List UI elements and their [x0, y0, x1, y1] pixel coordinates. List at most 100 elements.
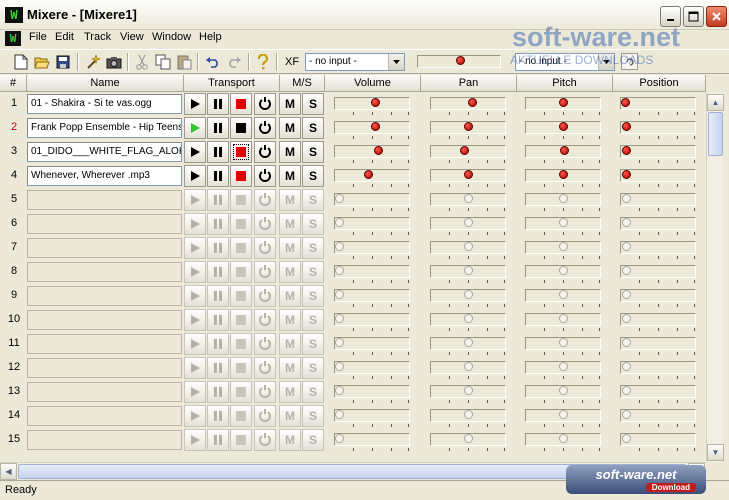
pitch-slider-thumb[interactable]	[558, 288, 569, 303]
pitch-slider[interactable]	[525, 216, 601, 235]
solo-button[interactable]: S	[302, 189, 324, 211]
volume-slider[interactable]	[334, 336, 410, 355]
volume-slider-thumb[interactable]	[334, 288, 345, 303]
pan-slider-thumb[interactable]	[463, 360, 474, 375]
position-slider-thumb[interactable]	[621, 216, 632, 231]
loop-button[interactable]	[254, 405, 276, 427]
volume-slider-thumb[interactable]	[334, 216, 345, 231]
mute-button[interactable]: M	[279, 93, 301, 115]
loop-button[interactable]	[254, 333, 276, 355]
volume-slider-thumb[interactable]	[334, 240, 345, 255]
pause-button[interactable]	[207, 237, 229, 259]
minimize-button[interactable]	[660, 6, 681, 27]
header-pitch[interactable]: Pitch	[517, 75, 613, 92]
cut-icon[interactable]	[133, 53, 151, 71]
track-name-field[interactable]: 01_DIDO___WHITE_FLAG_ALOK.mp3	[27, 142, 182, 162]
pan-slider-thumb[interactable]	[463, 312, 474, 327]
solo-button[interactable]: S	[302, 333, 324, 355]
header-transport[interactable]: Transport	[184, 75, 280, 92]
pan-slider[interactable]	[430, 360, 506, 379]
new-document-icon[interactable]	[12, 53, 30, 71]
volume-slider[interactable]	[334, 264, 410, 283]
undo-icon[interactable]	[204, 53, 222, 71]
menu-window[interactable]: Window	[152, 31, 191, 43]
position-slider[interactable]	[620, 312, 696, 331]
copy-icon[interactable]	[154, 53, 172, 71]
track-name-field[interactable]	[27, 358, 182, 378]
pitch-input-select[interactable]: - no input -	[515, 53, 615, 71]
position-slider-thumb[interactable]	[621, 408, 632, 423]
pan-slider[interactable]	[430, 120, 506, 139]
volume-slider-thumb[interactable]	[334, 192, 345, 207]
pan-slider[interactable]	[430, 336, 506, 355]
pan-slider-thumb[interactable]	[463, 288, 474, 303]
stop-button[interactable]	[230, 261, 252, 283]
menu-track[interactable]: Track	[84, 31, 111, 43]
redo-icon[interactable]	[225, 53, 243, 71]
position-slider[interactable]	[620, 360, 696, 379]
mute-button[interactable]: M	[279, 189, 301, 211]
pitch-slider-thumb[interactable]	[558, 96, 569, 111]
play-button[interactable]	[184, 165, 206, 187]
mute-button[interactable]: M	[279, 405, 301, 427]
pan-slider[interactable]	[430, 240, 506, 259]
track-name-field[interactable]	[27, 262, 182, 282]
mute-button[interactable]: M	[279, 309, 301, 331]
stop-button[interactable]	[230, 117, 252, 139]
pan-slider[interactable]	[430, 312, 506, 331]
play-button[interactable]	[184, 261, 206, 283]
play-button[interactable]	[184, 117, 206, 139]
play-button[interactable]	[184, 357, 206, 379]
solo-button[interactable]: S	[302, 117, 324, 139]
pitch-slider[interactable]	[525, 168, 601, 187]
track-name-field[interactable]	[27, 238, 182, 258]
solo-button[interactable]: S	[302, 213, 324, 235]
pitch-slider-thumb[interactable]	[558, 336, 569, 351]
pitch-slider[interactable]	[525, 360, 601, 379]
track-name-field[interactable]	[27, 334, 182, 354]
stop-button[interactable]	[230, 165, 252, 187]
solo-button[interactable]: S	[302, 429, 324, 451]
loop-button[interactable]	[254, 357, 276, 379]
solo-button[interactable]: S	[302, 165, 324, 187]
pitch-slider[interactable]	[525, 264, 601, 283]
pan-slider[interactable]	[430, 432, 506, 451]
position-slider[interactable]	[620, 432, 696, 451]
track-name-field[interactable]	[27, 310, 182, 330]
position-slider-thumb[interactable]	[621, 144, 632, 159]
pan-slider[interactable]	[430, 288, 506, 307]
loop-button[interactable]	[254, 141, 276, 163]
volume-slider-thumb[interactable]	[334, 360, 345, 375]
loop-button[interactable]	[254, 381, 276, 403]
pan-slider[interactable]	[430, 96, 506, 115]
stop-button[interactable]	[230, 213, 252, 235]
pause-button[interactable]	[207, 429, 229, 451]
play-button[interactable]	[184, 405, 206, 427]
crossfade-slider[interactable]	[417, 54, 501, 70]
menu-view[interactable]: View	[120, 31, 144, 43]
volume-slider-thumb[interactable]	[334, 432, 345, 447]
track-name-field[interactable]: Whenever, Wherever .mp3	[27, 166, 182, 186]
track-name-field[interactable]	[27, 406, 182, 426]
pause-button[interactable]	[207, 117, 229, 139]
position-slider-thumb[interactable]	[621, 168, 632, 183]
help-question-icon[interactable]	[254, 53, 272, 71]
position-slider-thumb[interactable]	[621, 360, 632, 375]
loop-button[interactable]	[254, 309, 276, 331]
stop-button[interactable]	[230, 405, 252, 427]
pan-slider-thumb[interactable]	[463, 408, 474, 423]
track-name-field[interactable]	[27, 190, 182, 210]
pan-slider-thumb[interactable]	[463, 192, 474, 207]
pan-slider-thumb[interactable]	[459, 144, 470, 159]
mute-button[interactable]: M	[279, 213, 301, 235]
loop-button[interactable]	[254, 237, 276, 259]
stop-button[interactable]	[230, 381, 252, 403]
solo-button[interactable]: S	[302, 261, 324, 283]
pause-button[interactable]	[207, 165, 229, 187]
volume-slider[interactable]	[334, 384, 410, 403]
pitch-slider-thumb[interactable]	[558, 384, 569, 399]
mdi-child-icon[interactable]: W	[5, 31, 21, 46]
menu-help[interactable]: Help	[199, 31, 222, 43]
pitch-slider[interactable]	[525, 288, 601, 307]
pan-slider-thumb[interactable]	[463, 432, 474, 447]
